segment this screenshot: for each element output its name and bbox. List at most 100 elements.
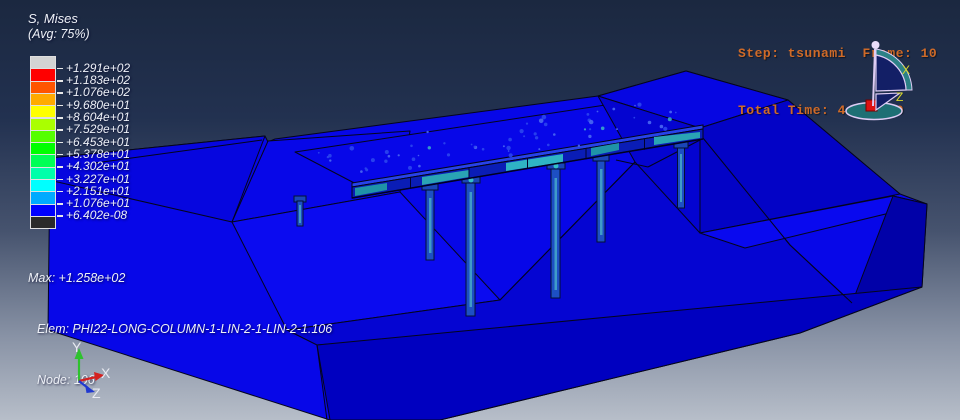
- stress-speckle-dot: [586, 113, 590, 116]
- legend-tick-mark: [57, 190, 63, 193]
- stress-speckle-dot: [506, 145, 511, 151]
- legend-tick-value: +6.402e-08: [66, 208, 128, 223]
- maxmin-annotation: Max: +1.258e+02 Elem: PHI22-LONG-COLUMN-…: [28, 236, 332, 420]
- stress-speckle-dot: [547, 143, 550, 147]
- stress-speckle-dot: [470, 143, 473, 146]
- stress-speckle-dot: [583, 128, 587, 131]
- stress-speckle-dot: [426, 130, 429, 134]
- stress-speckle-dot: [349, 146, 355, 151]
- time-line: Total Time: 4.000000: [738, 103, 905, 118]
- stress-speckle-dot: [418, 164, 421, 168]
- stress-speckle-dot: [589, 128, 592, 131]
- stress-speckle-dot: [508, 153, 513, 158]
- legend-tick-mark: [57, 203, 63, 205]
- compass-ball[interactable]: [871, 41, 880, 49]
- stress-speckle-dot: [541, 114, 547, 120]
- abaqus-viewport[interactable]: S, Mises (Avg: 75%) +1.291e+02 +1.183e+02…: [0, 0, 960, 420]
- stress-speckle-dot: [417, 154, 420, 157]
- stress-speckle-dot: [674, 111, 677, 114]
- max-node: Node: 106: [37, 373, 95, 387]
- legend-subtitle: (Avg: 75%): [28, 27, 90, 41]
- legend-tick-mark: [57, 129, 63, 131]
- legend-swatch-band: [30, 142, 56, 156]
- legend-title: S, Mises: [28, 11, 78, 26]
- stress-speckle-dot: [507, 150, 510, 152]
- stress-speckle-dot: [523, 135, 526, 138]
- stress-speckle-dot: [481, 147, 485, 151]
- legend-swatch-band: [30, 179, 56, 193]
- legend-swatch-band: [30, 191, 56, 205]
- legend-swatch-above-max: [30, 56, 56, 70]
- legend-tick-mark: [57, 215, 63, 217]
- stress-speckle-dot: [328, 153, 332, 158]
- stress-speckle-dot: [612, 107, 616, 111]
- legend-tick-mark: [57, 92, 63, 94]
- stress-speckle-dot: [534, 136, 539, 140]
- stress-speckle-dot: [427, 146, 431, 150]
- stress-speckle-dot: [317, 151, 320, 154]
- compass-z-label: Z: [896, 90, 903, 104]
- stress-speckle-dot: [633, 116, 636, 119]
- stress-speckle-dot: [411, 157, 416, 161]
- stress-speckle-dot: [360, 170, 363, 173]
- stress-speckle-dot: [508, 137, 512, 142]
- stress-speckle-dot: [667, 117, 672, 122]
- legend-swatch-below-min: [30, 215, 56, 230]
- stress-speckle-dot: [637, 102, 642, 107]
- legend-swatch-band: [30, 203, 56, 217]
- stress-speckle-dot: [600, 126, 605, 131]
- legend-tick-mark: [57, 104, 63, 107]
- stress-speckle-dot: [553, 133, 556, 136]
- legend-swatch-band: [30, 117, 56, 131]
- stress-speckle-dot: [588, 134, 592, 139]
- stress-speckle-dot: [446, 153, 451, 157]
- stress-speckle-dot: [533, 132, 537, 136]
- stress-speckle-dot: [616, 128, 618, 131]
- stress-speckle-dot: [538, 118, 544, 124]
- stress-speckle-dot: [329, 159, 332, 162]
- max-value: Max: +1.258e+02: [28, 271, 126, 285]
- stress-speckle-dot: [473, 145, 476, 148]
- legend-swatch-band: [30, 105, 56, 119]
- stress-speckle-dot: [370, 158, 375, 163]
- stress-speckle-dot: [543, 122, 548, 127]
- step-line: Step: tsunami Frame: 10: [738, 46, 938, 61]
- stress-speckle-dot: [384, 150, 389, 154]
- legend-tick-mark: [57, 67, 63, 70]
- stress-speckle-dot: [647, 120, 652, 125]
- legend-swatch-column: +1.291e+02 +1.183e+02 +1.076e+02 +9.680e+01…: [30, 56, 140, 236]
- stress-speckle-dot: [589, 119, 594, 125]
- stress-speckle-dot: [669, 110, 672, 114]
- legend-tick-mark: [57, 80, 63, 82]
- stress-speckle-dot: [577, 144, 581, 147]
- legend-tick-mark: [57, 153, 63, 156]
- compass-cube[interactable]: [865, 99, 878, 112]
- compass-x-label: X: [902, 63, 910, 77]
- legend-tick-mark: [57, 166, 63, 168]
- stress-speckle-dot: [634, 104, 636, 107]
- stress-speckle-dot: [525, 122, 529, 125]
- legend-swatch-band: [30, 80, 56, 94]
- stress-speckle-dot: [596, 110, 599, 113]
- legend-tick-mark: [57, 178, 63, 180]
- legend-swatch-band: [30, 129, 56, 144]
- stress-speckle-dot: [538, 148, 541, 151]
- stress-speckle-dot: [397, 154, 400, 157]
- stress-speckle-dot: [384, 159, 388, 163]
- stress-speckle-dot: [387, 154, 391, 158]
- stress-speckle-dot: [519, 129, 524, 134]
- legend-swatch-band: [30, 68, 56, 82]
- stress-speckle-dot: [408, 165, 412, 170]
- legend-tick-mark: [57, 117, 63, 119]
- stress-speckle-dot: [443, 142, 446, 145]
- stress-speckle-dot: [365, 168, 369, 172]
- stress-speckle-dot: [663, 126, 668, 131]
- max-elem: Elem: PHI22-LONG-COLUMN-1-LIN-2-1-LIN-2-…: [37, 322, 333, 336]
- legend-swatch-band: [30, 92, 56, 107]
- stress-speckle-dot: [502, 145, 505, 148]
- legend-swatch-band: [30, 166, 56, 180]
- legend-swatch-band: [30, 154, 56, 168]
- stress-speckle-dot: [410, 144, 413, 148]
- stress-speckle-dot: [659, 124, 664, 129]
- legend-tick-mark: [57, 141, 63, 144]
